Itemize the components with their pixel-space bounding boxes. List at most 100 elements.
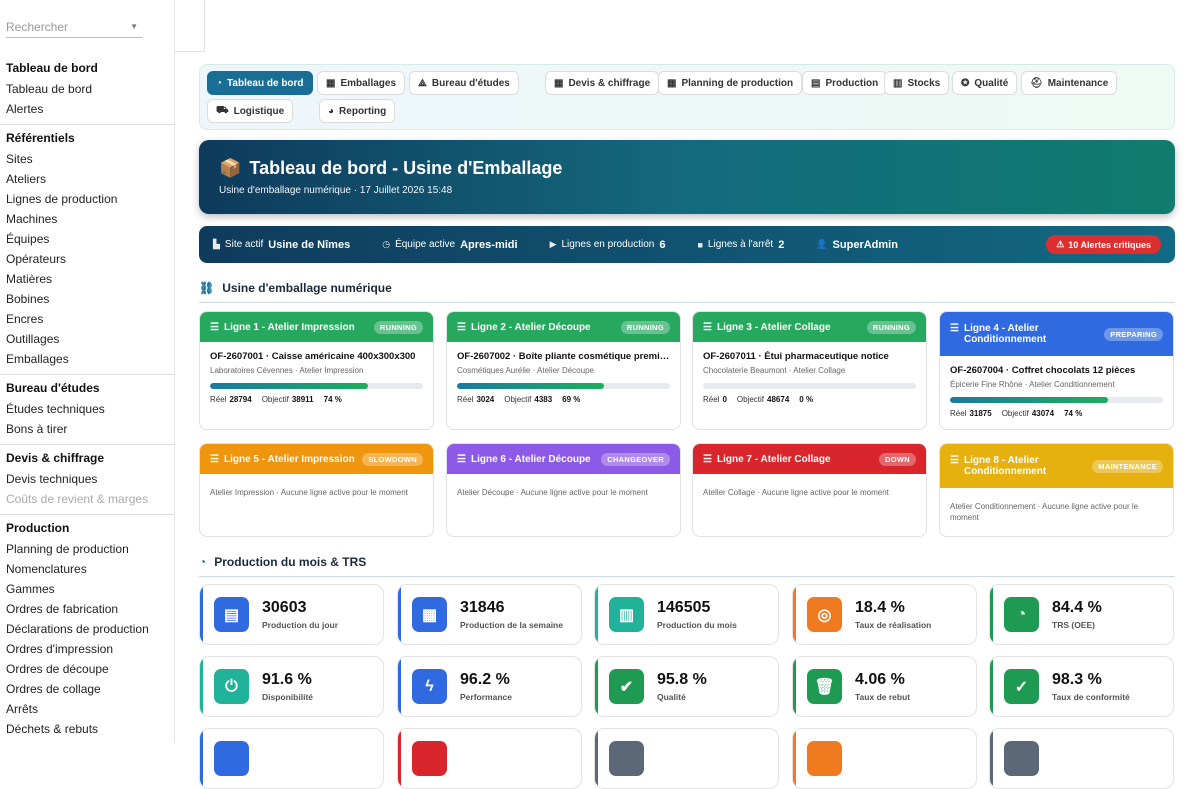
helmet-icon: ⛑ (1030, 77, 1043, 89)
kpi-icon (412, 741, 447, 776)
kpi-accent (200, 657, 203, 716)
sidebar-item[interactable]: Déchets & rebuts (0, 719, 174, 739)
kpi-accent (200, 585, 203, 644)
kpi-accent (398, 657, 401, 716)
plug-icon: ⏻ (214, 669, 249, 704)
kpi-accent (990, 585, 993, 644)
sidebar-item[interactable]: Ordres de découpe (0, 659, 174, 679)
line-status-badge: CHANGEOVER (601, 452, 670, 466)
sidebar-item[interactable]: Emballages (0, 349, 174, 369)
line-title: Ligne 2 - Atelier Découpe (470, 321, 591, 333)
production-line-card[interactable]: ☰ Ligne 2 - Atelier Découpe RUNNING OF-2607… (446, 311, 681, 430)
line-card-body: Atelier Conditionnement · Aucune ligne a… (940, 488, 1173, 523)
nav-tab-stocks[interactable]: ▥ Stocks (884, 71, 950, 95)
nav-tab-emballages[interactable]: ▦ Emballages (317, 71, 406, 95)
line-status-badge: RUNNING (373, 320, 423, 334)
chevron-down-icon[interactable]: ▼ (130, 22, 138, 31)
sidebar-item[interactable]: Nomenclatures (0, 559, 174, 579)
kpi-accent (398, 585, 401, 644)
line-status-badge: MAINTENANCE (1092, 459, 1163, 473)
progress-fill (457, 383, 604, 390)
sidebar-item[interactable]: Lignes de production (0, 189, 174, 209)
line-title: Ligne 8 - Atelier Conditionnement (963, 455, 1047, 477)
objective-label: Objectif (736, 395, 765, 405)
line-card-header: ☰ Ligne 5 - Atelier Impression SLOWDOWN (200, 444, 433, 474)
nav-tab-qualit-[interactable]: ✪ Qualité (952, 71, 1018, 95)
sidebar-item[interactable]: Bobines (0, 289, 174, 309)
nav-tab-planning-de-production[interactable]: ▦ Planning de production (658, 71, 803, 95)
sidebar-item[interactable]: Ateliers (0, 169, 174, 189)
sidebar-item[interactable]: Tableau de bord (0, 79, 174, 99)
kpi-icon (609, 741, 644, 776)
sidebar-item[interactable]: Opérateurs (0, 249, 174, 269)
sidebar-item[interactable]: Ordres de fabrication (0, 599, 174, 619)
sidebar-item[interactable]: Bons à tirer (0, 419, 174, 439)
stopped-value: 2 (778, 238, 785, 251)
sidebar-section-title: Tableau de bord (6, 61, 98, 75)
nav-tab-bureau-d-tudes[interactable]: ⟁ Bureau d'études (409, 71, 519, 95)
objective-value: 48674 (767, 395, 790, 405)
sidebar-item[interactable]: Équipes (0, 229, 174, 249)
critical-alerts-badge[interactable]: ⚠ 10 Alertes critiques (1046, 235, 1161, 254)
sidebar-section-list: Sites Ateliers Lignes de production Machine… (0, 149, 174, 374)
production-line-card[interactable]: ☰ Ligne 4 - Atelier Conditionnement PREPAR… (939, 311, 1174, 430)
page-subtitle: Usine d'emballage numérique · 17 Juillet… (219, 185, 453, 196)
kpi-value: 91.6 % (262, 671, 312, 688)
order-client: Laboratoires Cévennes · Atelier Impressi… (210, 366, 364, 375)
sidebar-item[interactable]: Alertes (0, 99, 174, 119)
nav-tab-label: Qualité (974, 77, 1009, 89)
production-line-card[interactable]: ☰ Ligne 3 - Atelier Collage RUNNING OF-2607… (692, 311, 927, 430)
line-card-body: Atelier Collage · Aucune ligne active po… (693, 474, 926, 498)
sidebar-item[interactable]: Gammes (0, 579, 174, 599)
sidebar-item[interactable]: Machines (0, 209, 174, 229)
kpi-label: Disponibilité (262, 692, 313, 702)
line-card-header: ☰ Ligne 8 - Atelier Conditionnement MAINTE… (940, 444, 1173, 488)
nav-tab-label: Emballages (340, 77, 397, 89)
clock-icon: ◷ (382, 239, 391, 249)
line-title-wrap: ☰ Ligne 2 - Atelier Découpe (457, 322, 591, 333)
sidebar-item[interactable]: Coûts de revient & marges (0, 489, 174, 509)
lines-section-heading: ⛓ Usine d'emballage numérique (199, 281, 392, 295)
nav-tab-production[interactable]: ▤ Production (802, 71, 888, 95)
nav-tab-reporting[interactable]: ◕ Reporting (319, 99, 396, 123)
play-circle-icon: ▶ (549, 239, 557, 249)
stopped-label: Lignes à l'arrêt (707, 239, 774, 250)
reel-label: Réel (950, 409, 967, 419)
sidebar-item[interactable]: Sites (0, 149, 174, 169)
sidebar-item[interactable]: Études techniques (0, 399, 174, 419)
boxes-icon: ▦ (326, 77, 336, 89)
sidebar-section: Tableau de bord Tableau de bord Alertes (0, 55, 174, 124)
sidebar-menu: Tableau de bord Tableau de bord Alertes Réf… (0, 55, 174, 743)
production-line-card[interactable]: ☰ Ligne 5 - Atelier Impression SLOWDOWN Ate… (199, 443, 434, 537)
sidebar-item[interactable]: Ordres d'impression (0, 639, 174, 659)
sidebar-section-title: Bureau d'études (6, 381, 100, 395)
production-line-card[interactable]: ☰ Ligne 7 - Atelier Collage DOWN Atelier Co… (692, 443, 927, 537)
production-line-card[interactable]: ☰ Ligne 1 - Atelier Impression RUNNING OF-2… (199, 311, 434, 430)
sidebar-item[interactable]: Ordres de collage (0, 679, 174, 699)
production-line-card[interactable]: ☰ Ligne 6 - Atelier Découpe CHANGEOVER Atel… (446, 443, 681, 537)
sidebar-item[interactable]: Planning de production (0, 539, 174, 559)
list-icon: ☰ (457, 453, 466, 465)
sidebar-item[interactable]: Outillages (0, 329, 174, 349)
line-stats: Réel 28794 Objectif 38911 74 % (210, 395, 423, 404)
sidebar-section: Production Planning de production Nomencla… (0, 514, 174, 743)
sidebar-item[interactable]: Devis techniques (0, 469, 174, 489)
sidebar-item[interactable]: Déclarations de production (0, 619, 174, 639)
lines-section-title: Usine d'emballage numérique (222, 281, 392, 295)
sidebar-item[interactable]: Arrêts (0, 699, 174, 719)
line-status-badge: DOWN (879, 452, 916, 466)
kpi-card (594, 728, 779, 789)
nav-tab-logistique[interactable]: ⛟ Logistique (207, 99, 294, 123)
nav-tab-tableau-de-bord[interactable]: ◔ Tableau de bord (207, 71, 313, 95)
line-card-header: ☰ Ligne 4 - Atelier Conditionnement PREPAR… (940, 312, 1173, 356)
nav-tab-devis-chiffrage[interactable]: ▦ Devis & chiffrage (545, 71, 660, 95)
search-select[interactable]: Rechercher ▼ (6, 16, 142, 38)
sidebar-item[interactable]: Encres (0, 309, 174, 329)
kpi-accent (990, 657, 993, 716)
sidebar-item[interactable]: Matières (0, 269, 174, 289)
nav-tab-maintenance[interactable]: ⛑ Maintenance (1021, 71, 1118, 95)
kpi-card: ϟ 96.2 % Performance (397, 656, 582, 717)
kpi-label: Production de la semaine (460, 620, 563, 630)
line-stats: Réel 3024 Objectif 4383 69 % (457, 395, 670, 404)
production-line-card[interactable]: ☰ Ligne 8 - Atelier Conditionnement MAINTE… (939, 443, 1174, 537)
